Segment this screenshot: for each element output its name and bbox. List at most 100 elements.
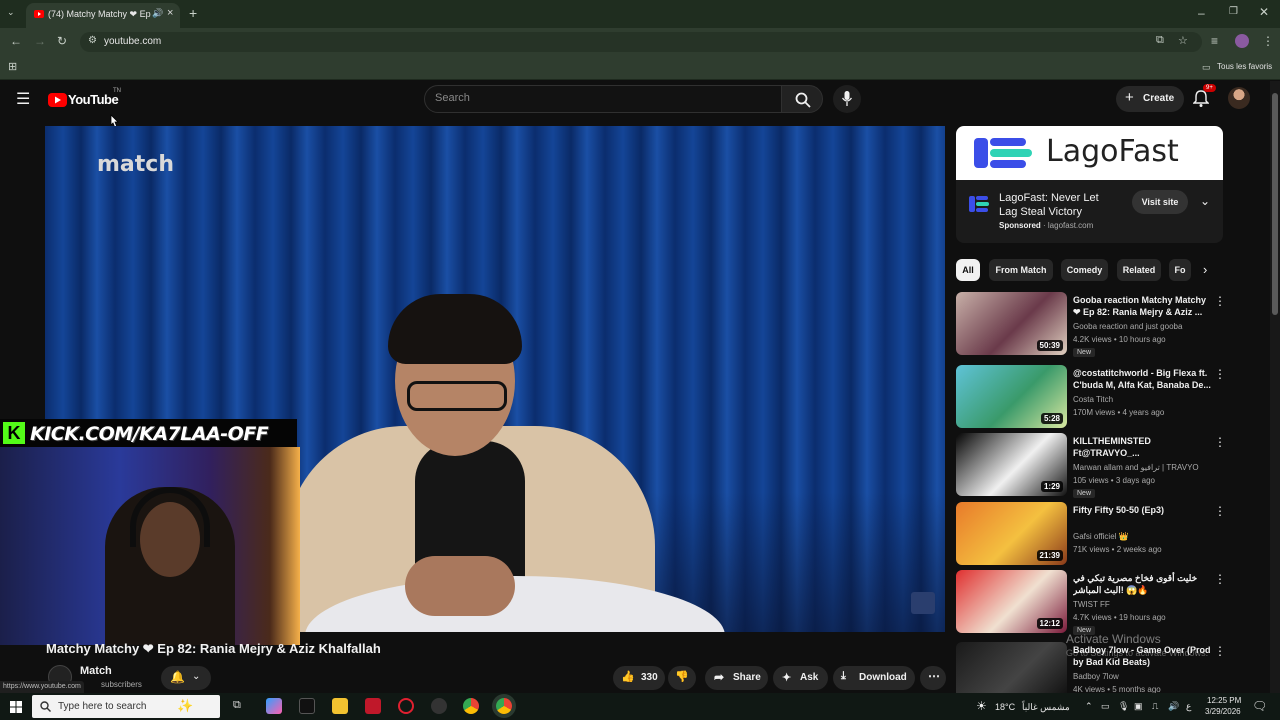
clock-date[interactable]: 3/29/2026: [1205, 707, 1241, 716]
volume-icon[interactable]: 🔊: [1168, 701, 1179, 712]
site-info-icon[interactable]: ⚙: [88, 35, 97, 46]
notifications-bell-icon[interactable]: [1193, 90, 1209, 108]
app-red-icon[interactable]: [365, 698, 381, 714]
chip-all[interactable]: All: [956, 259, 980, 281]
keyboard-language[interactable]: ع: [1186, 701, 1191, 712]
obs-icon[interactable]: [431, 698, 447, 714]
forward-icon[interactable]: →: [34, 34, 46, 48]
recommended-channel[interactable]: TWIST FF: [1073, 600, 1110, 609]
task-view-icon[interactable]: ⧉: [233, 699, 241, 712]
recommended-channel[interactable]: Gooba reaction and just gooba: [1073, 322, 1182, 331]
visit-site-button[interactable]: Visit site: [1132, 190, 1188, 214]
sponsored-ad[interactable]: LagoFast LagoFast: Never Let Lag Steal V…: [956, 126, 1223, 243]
recommended-title[interactable]: Gooba reaction Matchy Matchy ❤ Ep 82: Ra…: [1073, 294, 1211, 318]
tab-search-chevron-icon[interactable]: ⌄: [7, 7, 15, 18]
tiktok-icon[interactable]: [299, 698, 315, 714]
more-options-icon[interactable]: ⋮: [1214, 294, 1226, 308]
apps-grid-icon[interactable]: ⊞: [8, 60, 17, 73]
create-button[interactable]: + Create: [1116, 86, 1184, 112]
ad-banner[interactable]: LagoFast: [956, 126, 1223, 180]
install-app-icon[interactable]: ⧉: [1156, 34, 1164, 47]
window-close-icon[interactable]: ✕: [1259, 5, 1269, 19]
voice-search-button[interactable]: [833, 85, 861, 113]
recommended-title[interactable]: KILLTHEMINSTED Ft@TRAVYO_...: [1073, 435, 1211, 459]
microphone-tray-icon[interactable]: 🎙: [1118, 701, 1129, 712]
search-button[interactable]: [781, 85, 823, 113]
recommended-video[interactable]: 21:39 Fifty Fifty 50-50 (Ep3) Gafsi offici…: [956, 502, 1226, 568]
tab-audio-icon[interactable]: 🔊: [152, 8, 163, 19]
more-options-icon[interactable]: ⋮: [1214, 435, 1226, 449]
profile-icon[interactable]: [1235, 34, 1249, 48]
chip-comedy[interactable]: Comedy: [1061, 259, 1108, 281]
chrome-icon[interactable]: [463, 698, 479, 714]
tab-close-icon[interactable]: ×: [167, 7, 173, 19]
video-thumbnail[interactable]: 50:39: [956, 292, 1067, 355]
share-button[interactable]: ➦ Share: [705, 666, 768, 690]
video-thumbnail[interactable]: 12:12: [956, 570, 1067, 633]
recommended-channel[interactable]: Badboy 7low: [1073, 672, 1119, 681]
back-icon[interactable]: ←: [10, 34, 22, 48]
recommended-title[interactable]: @costatitchworld - Big Flexa ft. C'buda …: [1073, 367, 1211, 391]
hamburger-menu-icon[interactable]: ☰: [16, 89, 30, 109]
recommended-channel[interactable]: Gafsi officiel 👑: [1073, 532, 1129, 541]
recommended-channel[interactable]: Costa Titch: [1073, 395, 1113, 404]
file-explorer-icon[interactable]: [332, 698, 348, 714]
notification-center-icon[interactable]: 🗨: [1252, 699, 1267, 713]
video-thumbnail[interactable]: 21:39: [956, 502, 1067, 565]
chip-truncated[interactable]: Fo: [1169, 259, 1191, 281]
network-icon[interactable]: ⎍: [1152, 701, 1158, 712]
dislike-button[interactable]: 👎: [668, 666, 696, 690]
ad-expand-chevron-icon[interactable]: ⌄: [1200, 194, 1210, 208]
download-button[interactable]: ⤓ Download: [833, 666, 915, 690]
display-tray-icon[interactable]: ▣: [1134, 701, 1143, 712]
video-thumbnail[interactable]: 5:28: [956, 365, 1067, 428]
more-options-icon[interactable]: ⋮: [1214, 367, 1226, 381]
windows-start-icon[interactable]: [10, 701, 22, 713]
ad-title[interactable]: LagoFast: Never Let Lag Steal Victory: [999, 191, 1119, 219]
account-avatar[interactable]: [1228, 87, 1250, 109]
bookmark-star-icon[interactable]: ☆: [1178, 34, 1188, 47]
youtube-logo[interactable]: YouTube TN: [48, 88, 138, 111]
address-bar[interactable]: ⚙ youtube.com ⧉ ☆: [80, 32, 1202, 52]
more-actions-button[interactable]: ⋯: [920, 666, 946, 690]
search-input[interactable]: Search: [424, 85, 782, 113]
browser-menu-icon[interactable]: ⋮: [1262, 34, 1274, 48]
channel-watermark-icon[interactable]: [911, 592, 935, 614]
ask-button[interactable]: ✦ Ask: [773, 666, 828, 690]
all-bookmarks-link[interactable]: Tous les favoris: [1217, 62, 1272, 71]
minimize-icon[interactable]: –: [1198, 6, 1205, 20]
new-tab-icon[interactable]: +: [189, 5, 197, 21]
temperature[interactable]: 18°C: [995, 702, 1015, 712]
recommended-title[interactable]: Fifty Fifty 50-50 (Ep3): [1073, 504, 1211, 516]
more-options-icon[interactable]: ⋮: [1214, 644, 1226, 658]
more-options-icon[interactable]: ⋮: [1214, 504, 1226, 518]
subscription-bell-button[interactable]: 🔔 ⌄: [161, 666, 211, 690]
video-thumbnail[interactable]: 1:29: [956, 433, 1067, 496]
chip-from-match[interactable]: From Match: [989, 259, 1053, 281]
copilot-icon[interactable]: [266, 698, 282, 714]
channel-name[interactable]: Match: [80, 665, 112, 677]
weather-text[interactable]: مشمس غالباً: [1022, 702, 1070, 713]
chip-related[interactable]: Related: [1117, 259, 1161, 281]
more-options-icon[interactable]: ⋮: [1214, 572, 1226, 586]
reload-icon[interactable]: ↻: [57, 34, 67, 48]
clock-time[interactable]: 12:25 PM: [1207, 696, 1241, 705]
scrollbar-thumb[interactable]: [1272, 93, 1278, 315]
media-controls-icon[interactable]: ≡: [1211, 34, 1218, 48]
taskbar-search-box[interactable]: Type here to search ✨: [32, 695, 220, 718]
page-scrollbar[interactable]: [1270, 81, 1280, 693]
restore-icon[interactable]: ❐: [1229, 6, 1238, 17]
recommended-video[interactable]: 5:28 @costatitchworld - Big Flexa ft. C'b…: [956, 365, 1226, 431]
opera-icon[interactable]: [398, 698, 414, 714]
like-button[interactable]: 👍 330: [613, 666, 665, 690]
recommended-video[interactable]: 12:12 خليت أقوى فخاخ مصرية تبكي في البث ا…: [956, 570, 1226, 636]
browser-tab[interactable]: (74) Matchy Matchy ❤ Ep 🔊 ×: [26, 3, 180, 28]
chips-next-arrow-icon[interactable]: ›: [1203, 262, 1207, 277]
chrome-active-icon[interactable]: [496, 698, 512, 714]
recommended-video[interactable]: 50:39 Gooba reaction Matchy Matchy ❤ Ep 8…: [956, 292, 1226, 358]
recommended-title[interactable]: خليت أقوى فخاخ مصرية تبكي في البث المباش…: [1073, 572, 1211, 596]
recommended-video[interactable]: 1:29 KILLTHEMINSTED Ft@TRAVYO_... Marwan a…: [956, 433, 1226, 499]
tray-chevron-icon[interactable]: ⌃: [1085, 701, 1093, 712]
tray-apps-icon[interactable]: ▭: [1101, 701, 1110, 712]
recommended-channel[interactable]: Marwan allam and ترافيو | TRAVYO: [1073, 463, 1199, 472]
